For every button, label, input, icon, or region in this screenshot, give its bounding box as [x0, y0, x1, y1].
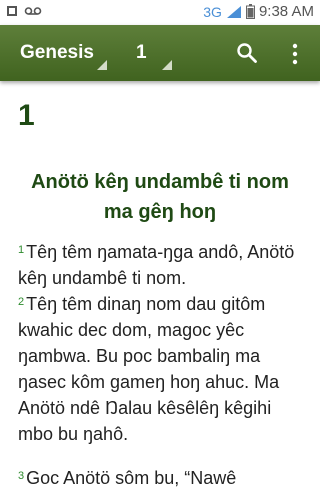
section-heading: Anötö kêŋ undambê ti nom ma gêŋ hoŋ [31, 171, 289, 223]
verse-2: 2 Têŋ têm dinaŋ nom dau gitôm kwahic dec … [18, 291, 308, 447]
verse-number: 3 [18, 470, 25, 482]
status-right: 3G 9:38 AM [203, 3, 314, 20]
clock: 9:38 AM [258, 3, 314, 20]
book-dropdown-icon [97, 60, 107, 70]
verse-text: Têŋ têm ŋamata-ŋga andô, Anötö kêŋ undam… [18, 242, 295, 288]
voicemail-icon [24, 7, 42, 15]
verse-1: 1 Têŋ têm ŋamata-ŋga andô, Anötö kêŋ unda… [18, 239, 308, 291]
status-bar: 3G 9:38 AM [0, 0, 320, 25]
signal-icon [226, 5, 241, 18]
verse-number: 1 [18, 244, 25, 256]
chapter-selector[interactable]: 1 [136, 42, 147, 64]
verse-text: Têŋ têm dinaŋ nom dau gitôm kwahic dec d… [18, 294, 280, 444]
search-icon[interactable] [236, 42, 258, 64]
chapter-number: 1 [18, 99, 35, 132]
notification-icon [7, 6, 17, 16]
battery-icon [245, 4, 255, 19]
book-selector[interactable]: Genesis [20, 42, 94, 64]
overflow-menu-icon[interactable] [290, 43, 300, 65]
network-type: 3G [203, 3, 222, 20]
app-toolbar: Genesis 1 [0, 25, 320, 81]
status-left [6, 4, 42, 18]
verse-number: 2 [18, 296, 25, 308]
verse-3: 3 Goc Anötö sôm bu, “Nawê [18, 465, 308, 491]
chapter-dropdown-icon [162, 60, 172, 70]
verse-text: Goc Anötö sôm bu, “Nawê [26, 468, 237, 488]
